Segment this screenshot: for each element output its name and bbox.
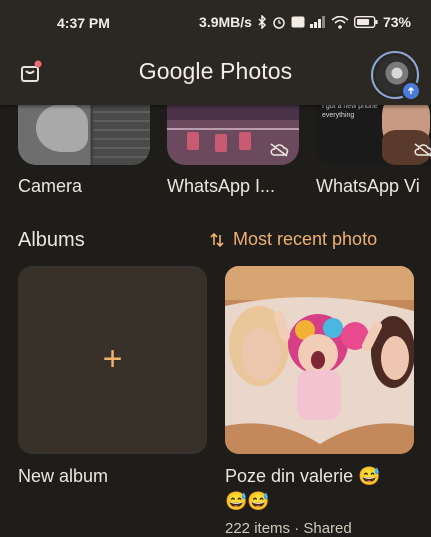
app-bar: Google Photos <box>0 46 431 105</box>
wifi-icon <box>331 15 349 29</box>
account-avatar-button[interactable] <box>371 51 421 101</box>
battery-percent: 73% <box>382 14 411 30</box>
alarm-icon <box>273 17 285 29</box>
album-title-emoji: 😅😅 <box>225 491 270 511</box>
network-speed: 3.9MB/s <box>199 14 252 30</box>
sort-button[interactable]: Most recent photo <box>209 229 377 250</box>
albums-heading: Albums <box>18 229 85 251</box>
backup-upload-icon <box>401 81 421 101</box>
device-folders-row: I got a new phone everything Camera What… <box>0 90 431 210</box>
new-album-tile[interactable]: + <box>18 266 207 454</box>
status-time: 4:37 PM <box>57 15 110 31</box>
status-icons: 3.9MB/s 73% <box>199 14 411 30</box>
volte-icon <box>291 16 305 28</box>
new-album-label[interactable]: New album <box>18 466 108 487</box>
sort-label: Most recent photo <box>233 229 378 249</box>
cloud-off-icon <box>414 143 431 157</box>
thumb-shape <box>239 132 251 150</box>
album-title[interactable]: Poze din valerie 😅 <box>225 466 381 487</box>
thumb-shape <box>36 104 88 152</box>
thumb-shape <box>167 128 299 130</box>
app-title-photos: Photos <box>220 58 293 84</box>
status-bar: 4:37 PM 3.9MB/s 73% <box>0 0 431 46</box>
folder-label-whatsapp-video[interactable]: WhatsApp Vi <box>316 176 420 197</box>
thumb-shape <box>215 134 227 152</box>
battery-icon <box>353 16 378 28</box>
folder-label-whatsapp-images[interactable]: WhatsApp I... <box>167 176 275 197</box>
thumb-shape <box>187 132 199 150</box>
cloud-off-icon <box>270 143 289 157</box>
signal-icon <box>309 16 325 28</box>
album-subtitle: 222 items · Shared <box>225 520 352 537</box>
app-title: Google Photos <box>0 58 431 85</box>
bluetooth-icon <box>258 15 267 29</box>
album-cover-poze-din-valerie[interactable] <box>225 266 414 454</box>
folder-label-camera[interactable]: Camera <box>18 176 82 197</box>
app-title-google: Google <box>138 58 214 84</box>
sort-icon <box>210 232 224 247</box>
plus-icon: + <box>102 340 123 378</box>
album-cover-image <box>225 266 414 454</box>
